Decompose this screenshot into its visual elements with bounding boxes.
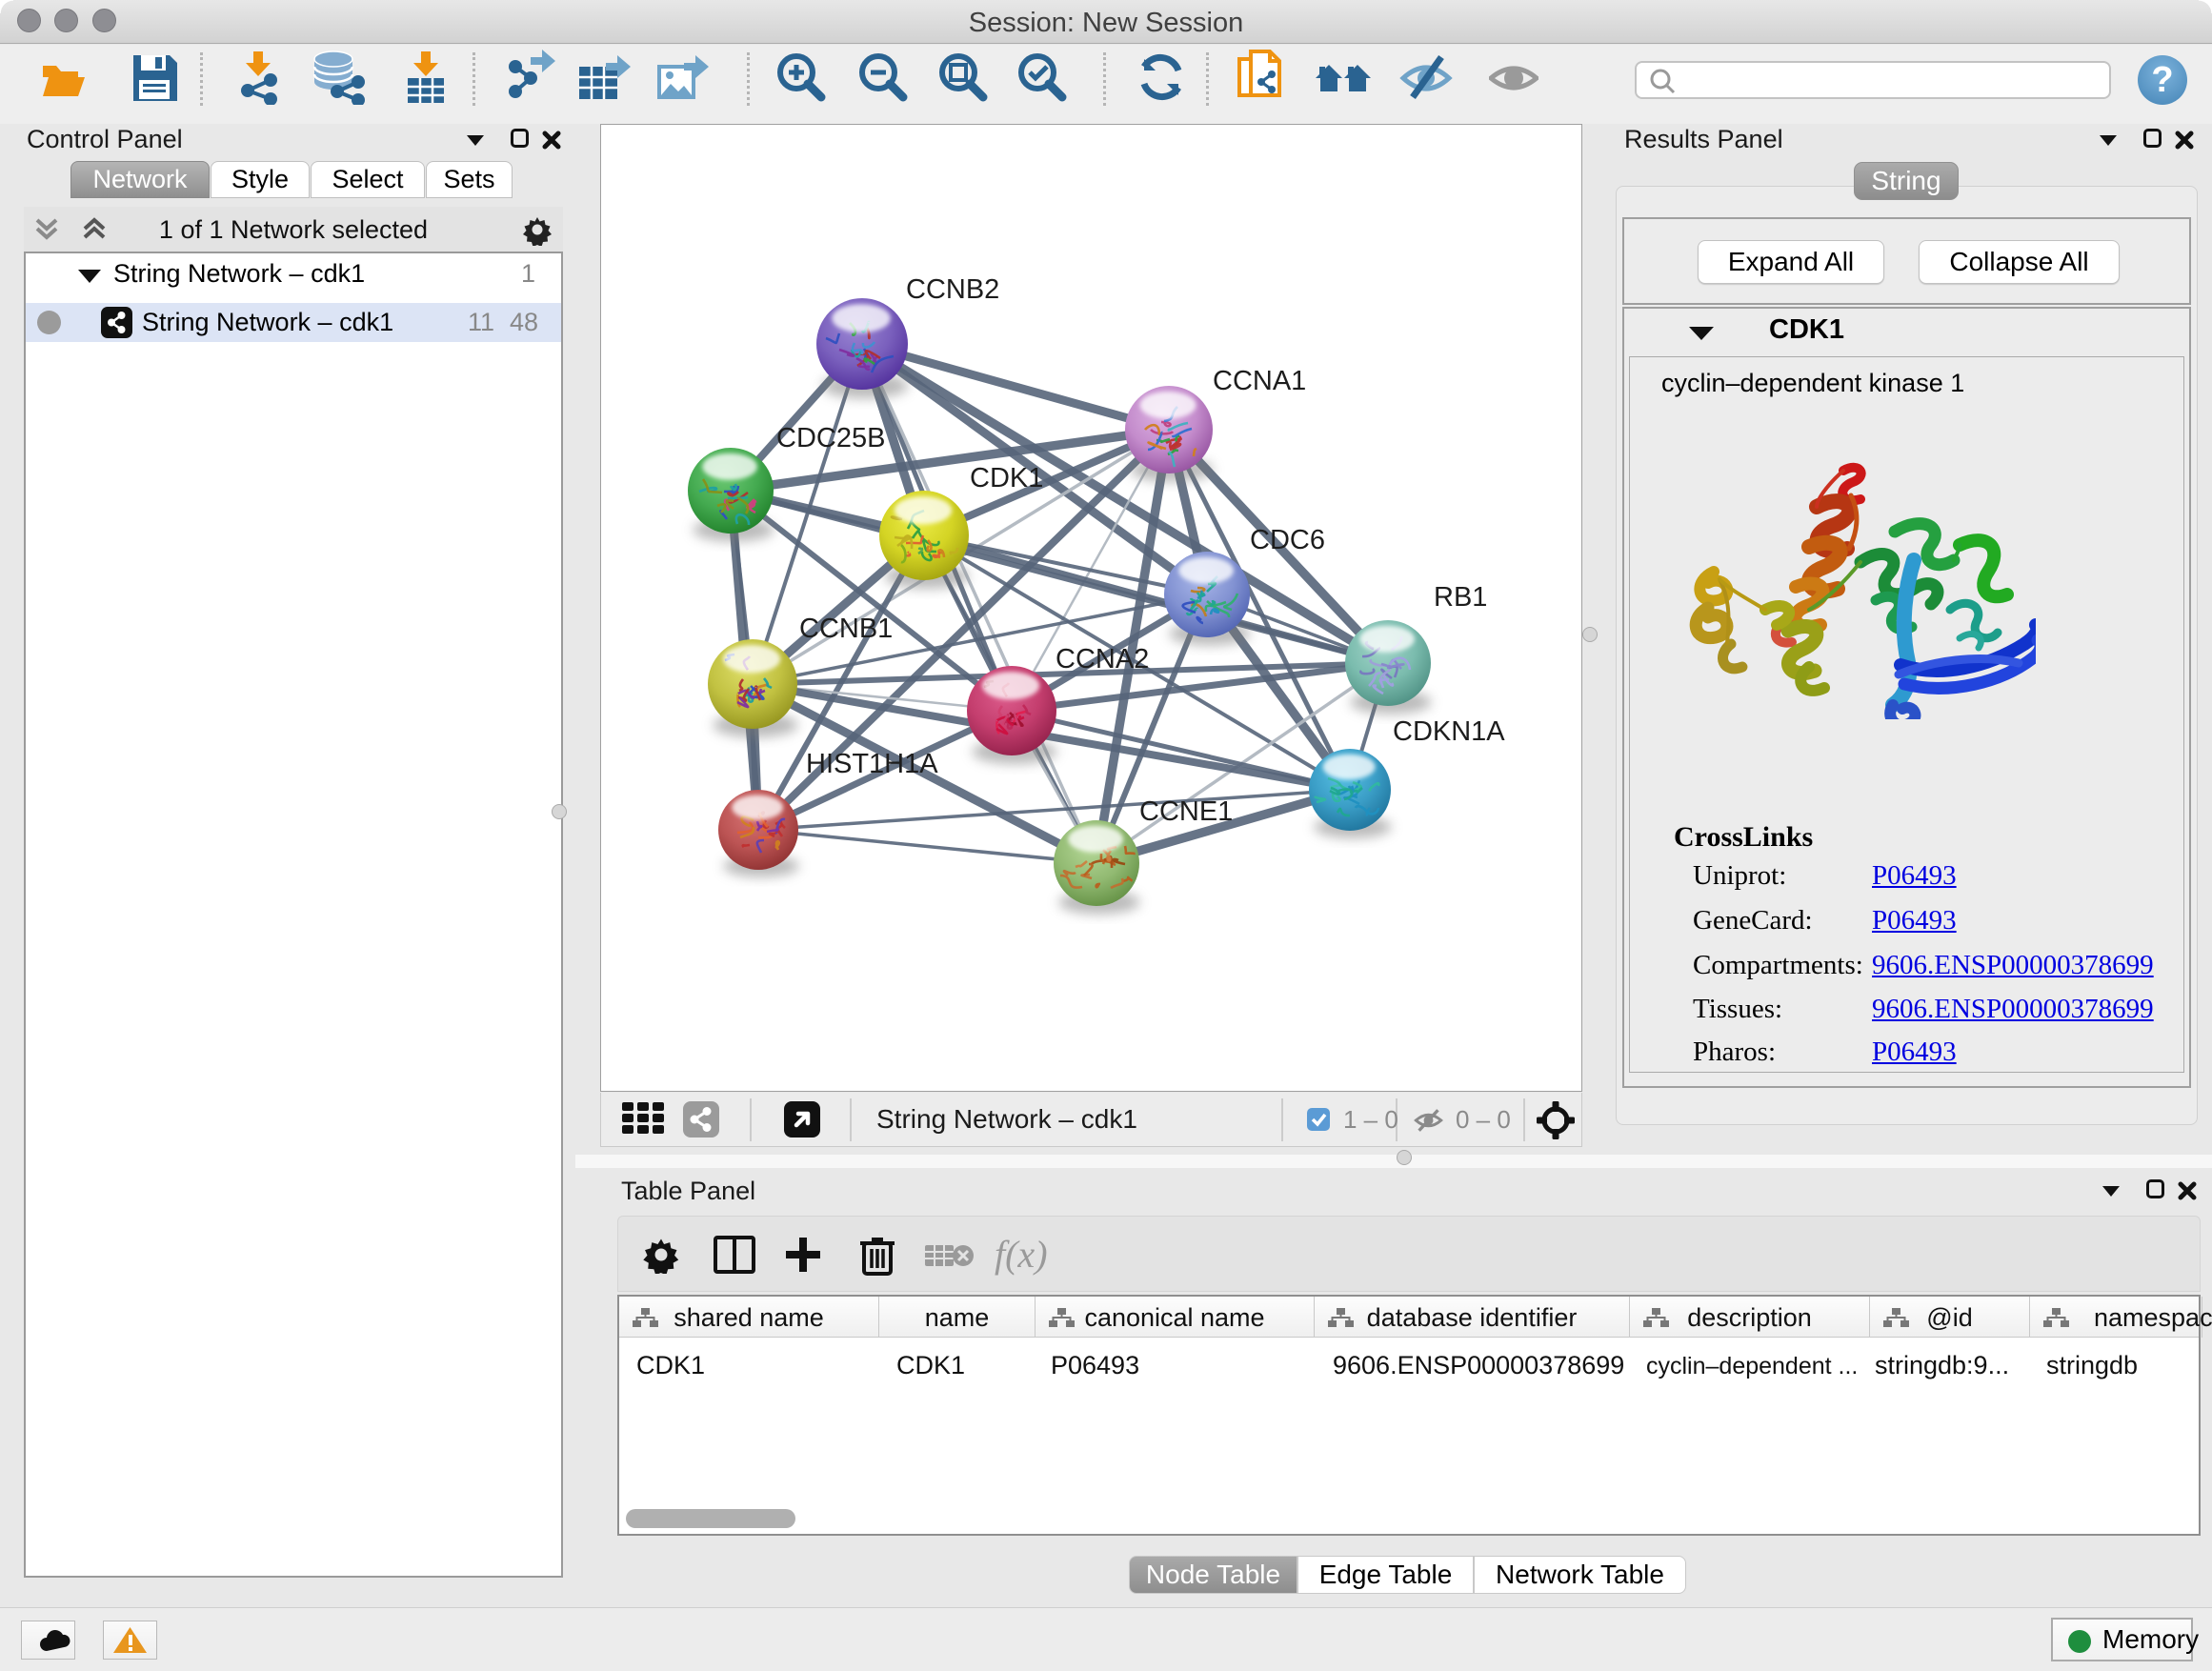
svg-text:CCNB1: CCNB1 [799,614,893,644]
svg-text:CCNA1: CCNA1 [1213,366,1306,396]
svg-text:HIST1H1A: HIST1H1A [806,749,938,779]
svg-text:CDC6: CDC6 [1250,525,1325,555]
svg-text:CCNB2: CCNB2 [906,274,999,305]
svg-text:CDC25B: CDC25B [776,423,885,453]
svg-text:CCNE1: CCNE1 [1139,796,1233,827]
svg-text:CDK1: CDK1 [970,463,1043,493]
svg-text:CDKN1A: CDKN1A [1393,716,1505,747]
svg-text:CCNA2: CCNA2 [1056,644,1149,674]
svg-text:RB1: RB1 [1434,582,1487,613]
